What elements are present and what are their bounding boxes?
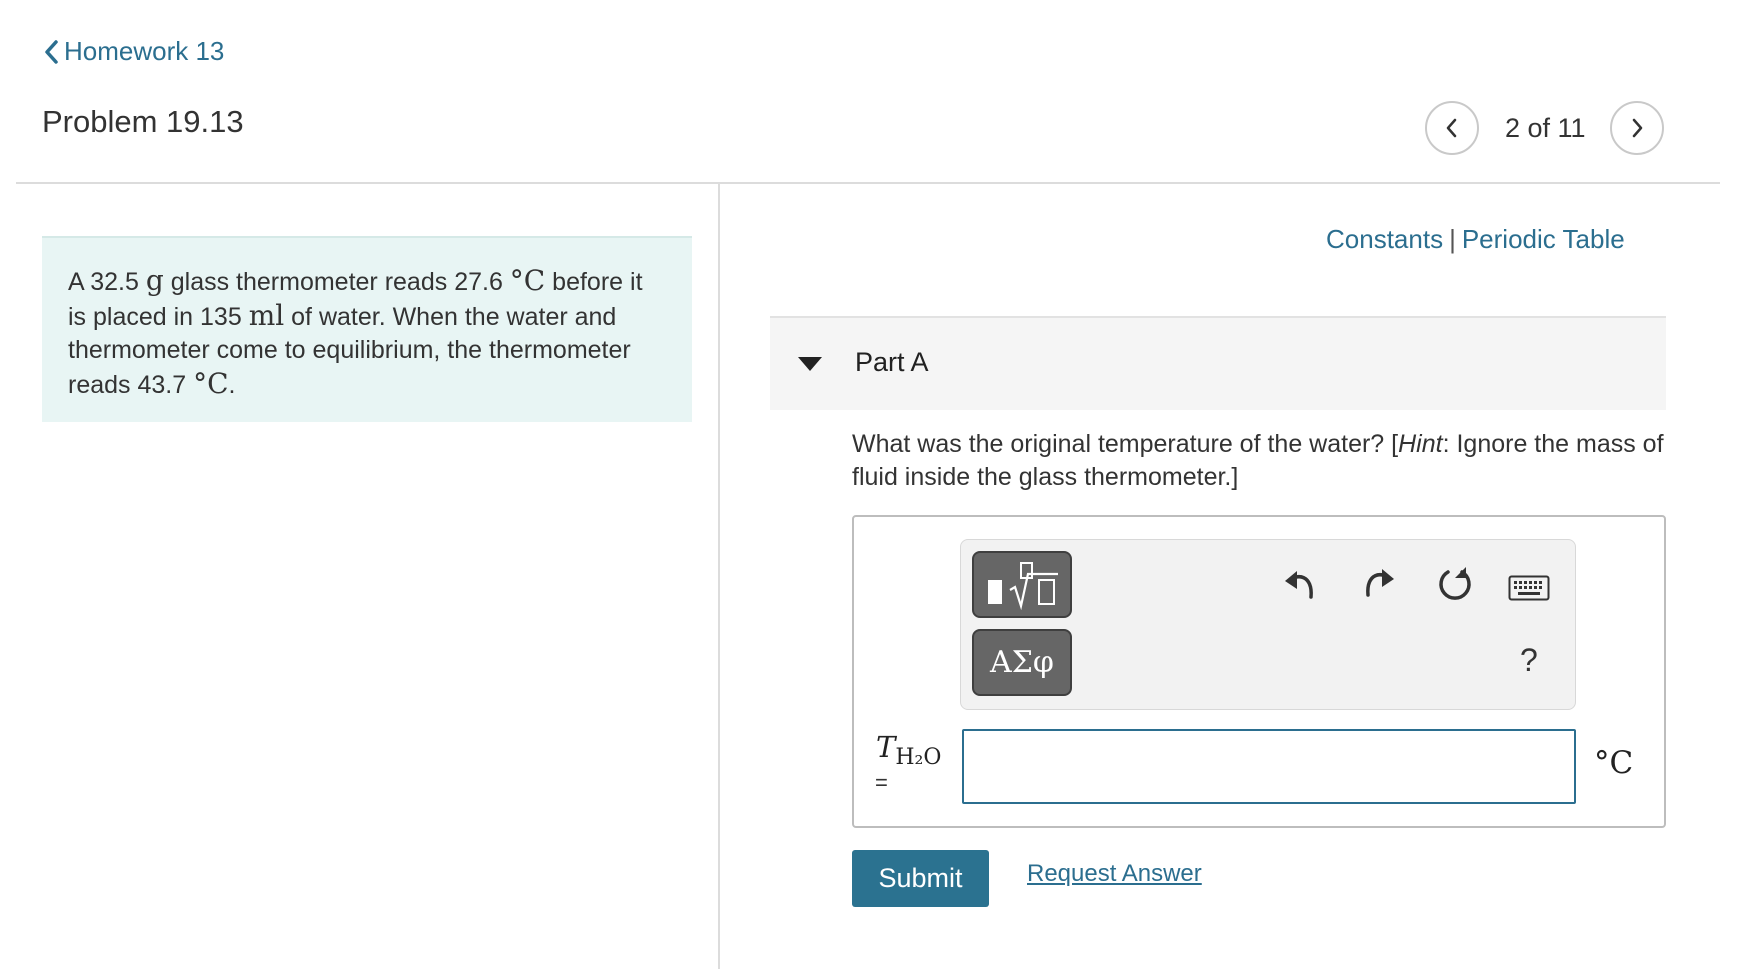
link-separator: |: [1449, 224, 1456, 254]
page-counter: 2 of 11: [1505, 113, 1586, 143]
reset-icon[interactable]: [1436, 565, 1474, 603]
help-button[interactable]: ?: [1520, 642, 1538, 679]
template-icon: [988, 561, 1058, 610]
answer-variable: TH₂O: [876, 730, 941, 770]
periodic-table-link[interactable]: Periodic Table: [1462, 224, 1625, 254]
part-label: Part A: [855, 347, 929, 377]
unit-celsius: °C: [193, 367, 229, 400]
resource-links: Constants | Periodic Table: [1326, 224, 1625, 255]
undo-icon[interactable]: [1283, 567, 1317, 601]
chevron-right-icon: [1632, 118, 1643, 138]
chevron-left-icon: [45, 39, 58, 64]
triangle-down-icon[interactable]: [798, 357, 822, 371]
header-divider: [16, 182, 1720, 184]
chevron-left-icon: [1446, 118, 1457, 138]
problem-text: A 32.5: [68, 268, 146, 296]
answer-unit: °C: [1594, 745, 1634, 781]
problem-text: glass thermometer reads 27.6: [163, 268, 510, 296]
problem-title: Problem 19.13: [42, 104, 244, 139]
question-text: What was the original temperature of the…: [852, 428, 1672, 494]
answer-input[interactable]: [962, 729, 1576, 804]
column-divider: [718, 184, 720, 969]
back-link-label: Homework 13: [64, 36, 225, 66]
previous-problem-button[interactable]: [1425, 101, 1479, 155]
greek-symbols-button[interactable]: ΑΣφ: [972, 629, 1072, 696]
constants-link[interactable]: Constants: [1326, 224, 1443, 254]
problem-text: .: [228, 371, 236, 399]
unit-milliliters: ml: [248, 299, 285, 332]
submit-button[interactable]: Submit: [852, 850, 989, 907]
question-main: What was the original temperature of the…: [852, 430, 1399, 458]
next-problem-button[interactable]: [1610, 101, 1664, 155]
variable-symbol: T: [876, 730, 896, 764]
problem-statement: A 32.5 g glass thermometer reads 27.6 °C…: [42, 236, 692, 422]
variable-subscript: H₂O: [895, 744, 942, 770]
request-answer-link[interactable]: Request Answer: [1027, 860, 1202, 888]
unit-grams: g: [145, 264, 164, 297]
equals-sign: =: [875, 770, 888, 795]
back-link-homework[interactable]: Homework 13: [42, 36, 224, 67]
keyboard-icon[interactable]: [1508, 575, 1550, 601]
unit-celsius: °C: [509, 264, 546, 297]
templates-button[interactable]: [972, 551, 1072, 618]
hint-label: Hint: [1398, 430, 1443, 458]
redo-icon[interactable]: [1362, 565, 1396, 599]
